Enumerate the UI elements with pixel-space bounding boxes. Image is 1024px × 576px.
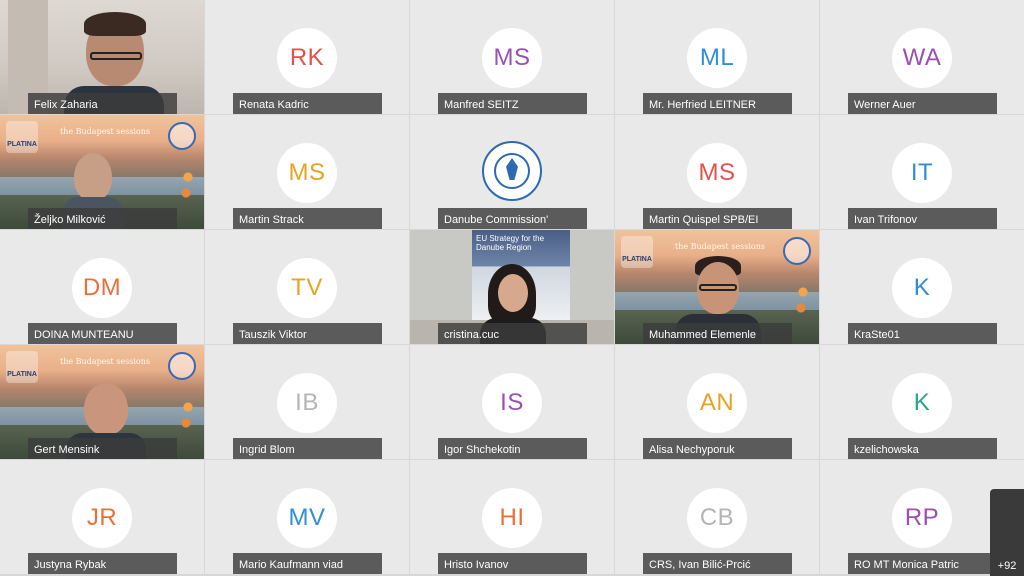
platina-logo-icon: PLATINA — [6, 121, 38, 153]
participant-tile[interactable]: K KraSte01 — [820, 230, 1024, 344]
participant-name: Igor Shchekotin — [438, 438, 587, 459]
avatar: MS — [277, 143, 337, 203]
participant-tile[interactable]: AN Alisa Nechyporuk — [615, 345, 819, 459]
participant-name: Renata Kadric — [233, 93, 382, 114]
participant-tile[interactable]: IS Igor Shchekotin — [410, 345, 614, 459]
participant-tile[interactable]: ML Mr. Herfried LEITNER — [615, 0, 819, 114]
participant-tile[interactable]: MS Martin Quispel SPB/EI — [615, 115, 819, 229]
avatar: JR — [72, 488, 132, 548]
avatar: IT — [892, 143, 952, 203]
avatar: MS — [482, 28, 542, 88]
platina-logo-icon: PLATINA — [6, 351, 38, 383]
more-participants-button[interactable]: +92 — [990, 489, 1024, 576]
emblem-icon — [168, 352, 196, 380]
participant-name: Ivan Trifonov — [848, 208, 997, 229]
participant-tile[interactable]: EU Strategy for the Danube Region cristi… — [410, 230, 614, 344]
participant-name: DOINA MUNTEANU — [28, 323, 177, 344]
emblem-icon — [168, 122, 196, 150]
participant-tile[interactable]: HI Hristo Ivanov — [410, 460, 614, 574]
participant-name: Justyna Rybak — [28, 553, 177, 574]
avatar: RK — [277, 28, 337, 88]
avatar: AN — [687, 373, 747, 433]
video-grid: Felix Zaharia RK Renata Kadric MS Manfre… — [0, 0, 1024, 576]
participant-name: KraSte01 — [848, 323, 997, 344]
decoration-icon — [793, 280, 813, 320]
participant-name: Felix Zaharia — [28, 93, 177, 114]
participant-tile[interactable]: MV Mario Kaufmann viad — [205, 460, 409, 574]
glasses-icon — [699, 284, 737, 291]
participant-name: Danube Commission' — [438, 208, 587, 229]
avatar: CB — [687, 488, 747, 548]
participant-name: Martin Quispel SPB/EI — [643, 208, 792, 229]
banner-text: the Budapest sessions — [60, 127, 150, 136]
avatar: IB — [277, 373, 337, 433]
participant-tile[interactable]: Danube Commission' — [410, 115, 614, 229]
participant-hair — [84, 12, 146, 36]
decoration-icon — [178, 165, 198, 205]
participant-video — [74, 153, 112, 201]
participant-tile[interactable]: Felix Zaharia — [0, 0, 204, 114]
avatar: DM — [72, 258, 132, 318]
participant-name: Alisa Nechyporuk — [643, 438, 792, 459]
participant-tile[interactable]: WA Werner Auer — [820, 0, 1024, 114]
participant-video — [84, 383, 128, 435]
participant-name: Gert Mensink — [28, 438, 177, 459]
participant-tile[interactable]: TV Tauszik Viktor — [205, 230, 409, 344]
participant-name: kzelichowska — [848, 438, 997, 459]
avatar: RP — [892, 488, 952, 548]
participant-name: Martin Strack — [233, 208, 382, 229]
glasses-icon — [90, 52, 142, 60]
decoration-icon — [178, 395, 198, 435]
participant-name: Ingrid Blom — [233, 438, 382, 459]
participant-tile[interactable]: CB CRS, Ivan Bilić-Prcić — [615, 460, 819, 574]
avatar: ML — [687, 28, 747, 88]
participant-name: Werner Auer — [848, 93, 997, 114]
participant-name: CRS, Ivan Bilić-Prcić — [643, 553, 792, 574]
participant-name: Muhammed Elemenle — [643, 323, 792, 344]
participant-tile[interactable]: PLATINA the Budapest sessions Gert Mensi… — [0, 345, 204, 459]
avatar: IS — [482, 373, 542, 433]
avatar: TV — [277, 258, 337, 318]
participant-tile[interactable]: K kzelichowska — [820, 345, 1024, 459]
participant-tile[interactable]: IT Ivan Trifonov — [820, 115, 1024, 229]
banner-text: the Budapest sessions — [675, 242, 765, 251]
participant-name: Mr. Herfried LEITNER — [643, 93, 792, 114]
participant-tile[interactable]: RK Renata Kadric — [205, 0, 409, 114]
participant-tile[interactable]: DM DOINA MUNTEANU — [0, 230, 204, 344]
participant-name: Mario Kaufmann viad — [233, 553, 382, 574]
participant-tile[interactable]: PLATINA the Budapest sessions Željko Mil… — [0, 115, 204, 229]
participant-name: cristina.cuc — [438, 323, 587, 344]
participant-tile[interactable]: MS Manfred SEITZ — [410, 0, 614, 114]
avatar: K — [892, 373, 952, 433]
avatar: HI — [482, 488, 542, 548]
participant-name: Tauszik Viktor — [233, 323, 382, 344]
participant-tile[interactable]: JR Justyna Rybak — [0, 460, 204, 574]
participant-name: Željko Milković — [28, 208, 177, 229]
participant-name: Hristo Ivanov — [438, 553, 587, 574]
avatar: WA — [892, 28, 952, 88]
banner-text: the Budapest sessions — [60, 357, 150, 366]
participant-tile[interactable]: PLATINA the Budapest sessions Muhammed E… — [615, 230, 819, 344]
banner-text: EU Strategy for the Danube Region — [476, 234, 545, 252]
participant-video — [498, 274, 528, 312]
avatar: MV — [277, 488, 337, 548]
danube-commission-logo-icon — [482, 141, 542, 201]
emblem-icon — [783, 237, 811, 265]
participant-name: Manfred SEITZ — [438, 93, 587, 114]
platina-logo-icon: PLATINA — [621, 236, 653, 268]
avatar: K — [892, 258, 952, 318]
avatar: MS — [687, 143, 747, 203]
participant-tile[interactable]: IB Ingrid Blom — [205, 345, 409, 459]
participant-tile[interactable]: MS Martin Strack — [205, 115, 409, 229]
